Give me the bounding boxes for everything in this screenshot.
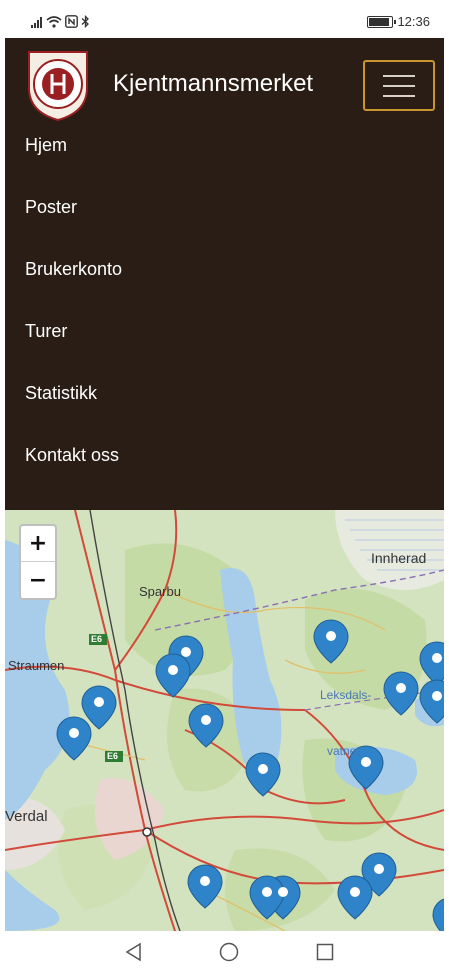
wifi-icon	[46, 15, 62, 28]
status-time: 12:36	[397, 14, 430, 29]
club-logo-icon[interactable]	[25, 48, 91, 122]
zoom-out-button[interactable]: −	[21, 562, 55, 598]
status-right: 12:36	[367, 14, 430, 29]
menu-item-turer[interactable]: Turer	[25, 320, 122, 382]
system-nav-bar	[5, 931, 444, 974]
menu-item-brukerkonto[interactable]: Brukerkonto	[25, 258, 122, 320]
navbar: Kjentmannsmerket Hjem Poster Brukerkonto…	[5, 38, 444, 510]
battery-icon	[367, 15, 397, 28]
menu-item-hjem[interactable]: Hjem	[25, 134, 122, 196]
map-view[interactable]: Innherad Sparbu Straumen Verdal Leksdals…	[5, 510, 444, 931]
home-circle-icon[interactable]	[216, 939, 242, 965]
map-label-leksdals: Leksdals-	[320, 688, 372, 702]
menu-item-statistikk[interactable]: Statistikk	[25, 382, 122, 444]
menu-item-kontakt-oss[interactable]: Kontakt oss	[25, 444, 122, 506]
map-label-innherad: Innherad	[371, 550, 427, 566]
back-triangle-icon[interactable]	[121, 939, 147, 965]
map-tiles[interactable]	[5, 510, 444, 931]
hamburger-icon-bar-1	[383, 74, 415, 77]
map-label-vatnet: vatnet	[327, 744, 360, 758]
status-bar: 12:36	[5, 5, 444, 38]
nfc-icon	[65, 15, 78, 28]
bluetooth-icon	[81, 15, 89, 28]
map-label-verdal: Verdal	[5, 808, 48, 825]
brand-title[interactable]: Kjentmannsmerket	[113, 70, 313, 98]
menu-item-poster[interactable]: Poster	[25, 196, 122, 258]
map-label-sparbu: Sparbu	[139, 584, 181, 599]
map-label-e6-top: E6	[91, 634, 103, 644]
nav-menu: Hjem Poster Brukerkonto Turer Statistikk…	[25, 134, 122, 506]
menu-toggle-button[interactable]	[363, 60, 435, 111]
hamburger-icon-bar-2	[383, 84, 415, 87]
signal-icon	[31, 16, 42, 28]
zoom-control: + −	[19, 524, 57, 600]
status-icons	[31, 15, 90, 28]
map-label-straumen: Straumen	[8, 658, 65, 673]
map-label-e6-bottom: E6	[107, 751, 119, 761]
recent-square-icon[interactable]	[312, 939, 338, 965]
hamburger-icon-bar-3	[383, 94, 415, 97]
zoom-in-button[interactable]: +	[21, 526, 55, 562]
